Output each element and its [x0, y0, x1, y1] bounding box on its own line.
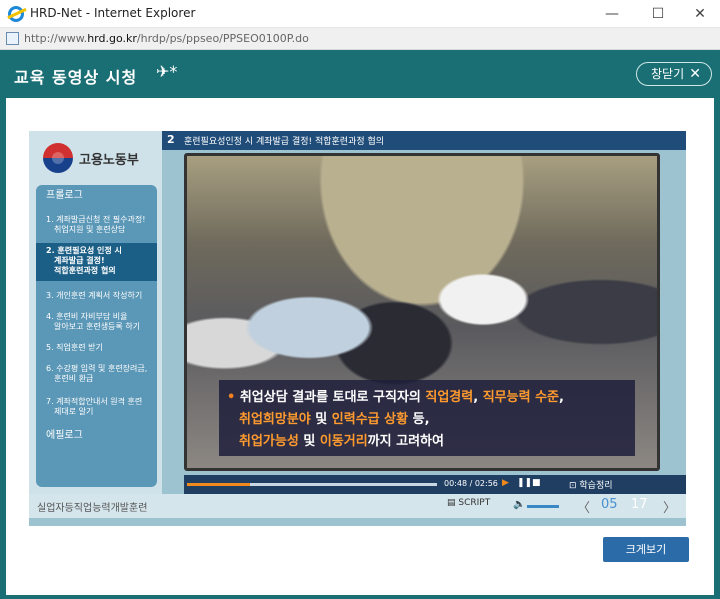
subtitle-line-2: 취업희망분야 및 인력수급 상황 등,: [239, 412, 430, 427]
maximize-button[interactable]: ☐: [638, 2, 678, 26]
total-pages: 17: [631, 497, 648, 512]
page-icon: [6, 32, 19, 45]
url-text[interactable]: http://www.hrd.go.kr/hrdp/ps/ppseo/PPSEO…: [24, 32, 309, 45]
pause-button[interactable]: ❚❚: [517, 478, 532, 488]
video-player: 고용노동부 프롤로그 1. 계좌발급신청 전 필수과정! 취업지원 및 훈련상담…: [29, 131, 686, 526]
stop-button[interactable]: ■: [532, 478, 541, 488]
close-popup-label: 창닫기: [651, 67, 685, 81]
popup-title: 교육 동영상 시청: [14, 68, 138, 87]
menu-item-6-sub[interactable]: 훈련비 환급: [36, 374, 157, 384]
content-area: 고용노동부 프롤로그 1. 계좌발급신청 전 필수과정! 취업지원 및 훈련상담…: [6, 98, 714, 595]
chapter-menu: 프롤로그 1. 계좌발급신청 전 필수과정! 취업지원 및 훈련상담 2. 훈련…: [36, 185, 157, 487]
address-bar[interactable]: http://www.hrd.go.kr/hrdp/ps/ppseo/PPSEO…: [0, 28, 720, 50]
menu-item-2-line3: 적합훈련과정 협의: [54, 266, 116, 275]
lesson-number: 2: [167, 133, 175, 146]
menu-item-2-line2: 계좌발급 결정!: [54, 256, 105, 265]
close-window-button[interactable]: ✕: [680, 2, 720, 26]
script-button[interactable]: ▤ SCRIPT: [447, 498, 490, 508]
lesson-title: 훈련필요성인정 시 계좌발급 결정! 적합훈련과정 협의: [184, 137, 385, 147]
close-popup-button[interactable]: 창닫기 ✕: [636, 62, 712, 86]
menu-item-4[interactable]: 4. 훈련비 자비부담 비율: [36, 312, 157, 322]
course-title: 실업자등직업능력개발훈련: [37, 503, 148, 514]
prev-page-button[interactable]: 〈: [577, 497, 590, 516]
review-button[interactable]: ⊡ 학습정리: [569, 478, 613, 491]
government-emblem-icon: [43, 143, 73, 173]
lesson-title-bar: 2 훈련필요성인정 시 계좌발급 결정! 적합훈련과정 협의: [162, 131, 686, 150]
menu-item-3[interactable]: 3. 개인훈련 계획서 작성하기: [36, 291, 157, 301]
plane-deco-icon: ✈*: [156, 62, 178, 81]
subtitle-line-3: 취업가능성 및 이동거리까지 고려하여: [239, 434, 444, 449]
progress-fill: [187, 483, 250, 486]
popup-header: 교육 동영상 시청 ✈* 창닫기 ✕: [0, 50, 720, 98]
menu-item-6[interactable]: 6. 수강평 입력 및 훈련장려금,: [36, 364, 157, 374]
review-icon: ⊡: [569, 481, 580, 491]
menu-item-2-selected[interactable]: 2. 훈련필요성 인정 시 계좌발급 결정! 적합훈련과정 협의: [36, 243, 157, 281]
script-icon: ▤: [447, 498, 459, 508]
menu-item-5[interactable]: 5. 직업훈련 받기: [36, 343, 157, 353]
menu-item-7-sub[interactable]: 제대로 알기: [36, 407, 157, 417]
volume-icon[interactable]: 🔈: [513, 499, 525, 510]
time-display: 00:48 / 02:56: [444, 479, 498, 488]
minimize-button[interactable]: —: [592, 2, 632, 26]
player-controls: 00:48 / 02:56 ▶ ❚❚ ■ ⊡ 학습정리: [184, 475, 686, 494]
menu-item-4-sub[interactable]: 알아보고 훈련생등록 하기: [36, 322, 157, 332]
close-icon: ✕: [689, 66, 701, 82]
window-title: HRD-Net - Internet Explorer: [30, 6, 196, 20]
menu-item-7[interactable]: 7. 계좌적합안내서 원격 훈련: [36, 397, 157, 407]
subtitle-line-1: • 취업상담 결과를 토대로 구직자의 직업경력, 직무능력 수준,: [227, 390, 564, 405]
menu-item-epilogue[interactable]: 에필로그: [36, 431, 157, 441]
player-bottom-bar: 실업자등직업능력개발훈련 ▤ SCRIPT 🔈 〈 05 17 〉: [29, 494, 686, 518]
menu-item-1-sub[interactable]: 취업지원 및 훈련상담: [36, 225, 157, 235]
volume-slider[interactable]: [527, 505, 559, 508]
left-panel: 고용노동부 프롤로그 1. 계좌발급신청 전 필수과정! 취업지원 및 훈련상담…: [29, 131, 162, 494]
progress-bar[interactable]: [187, 483, 437, 486]
fullscreen-button[interactable]: 크게보기: [603, 537, 689, 562]
ie-logo-icon: [8, 6, 24, 22]
next-page-button[interactable]: 〉: [663, 497, 676, 516]
window-titlebar: HRD-Net - Internet Explorer — ☐ ✕: [0, 0, 720, 28]
menu-item-prologue[interactable]: 프롤로그: [36, 191, 157, 201]
current-page: 05: [601, 497, 618, 512]
play-button[interactable]: ▶: [502, 478, 509, 488]
org-name: 고용노동부: [79, 153, 139, 168]
subtitle-box: • 취업상담 결과를 토대로 구직자의 직업경력, 직무능력 수준, 취업희망분…: [219, 380, 635, 456]
menu-item-2-line1: 2. 훈련필요성 인정 시: [46, 246, 122, 255]
popup-frame: 교육 동영상 시청 ✈* 창닫기 ✕ 고용노동부 프롤로그 1. 계좌발급신청 …: [0, 50, 720, 599]
menu-item-1[interactable]: 1. 계좌발급신청 전 필수과정!: [36, 215, 157, 225]
